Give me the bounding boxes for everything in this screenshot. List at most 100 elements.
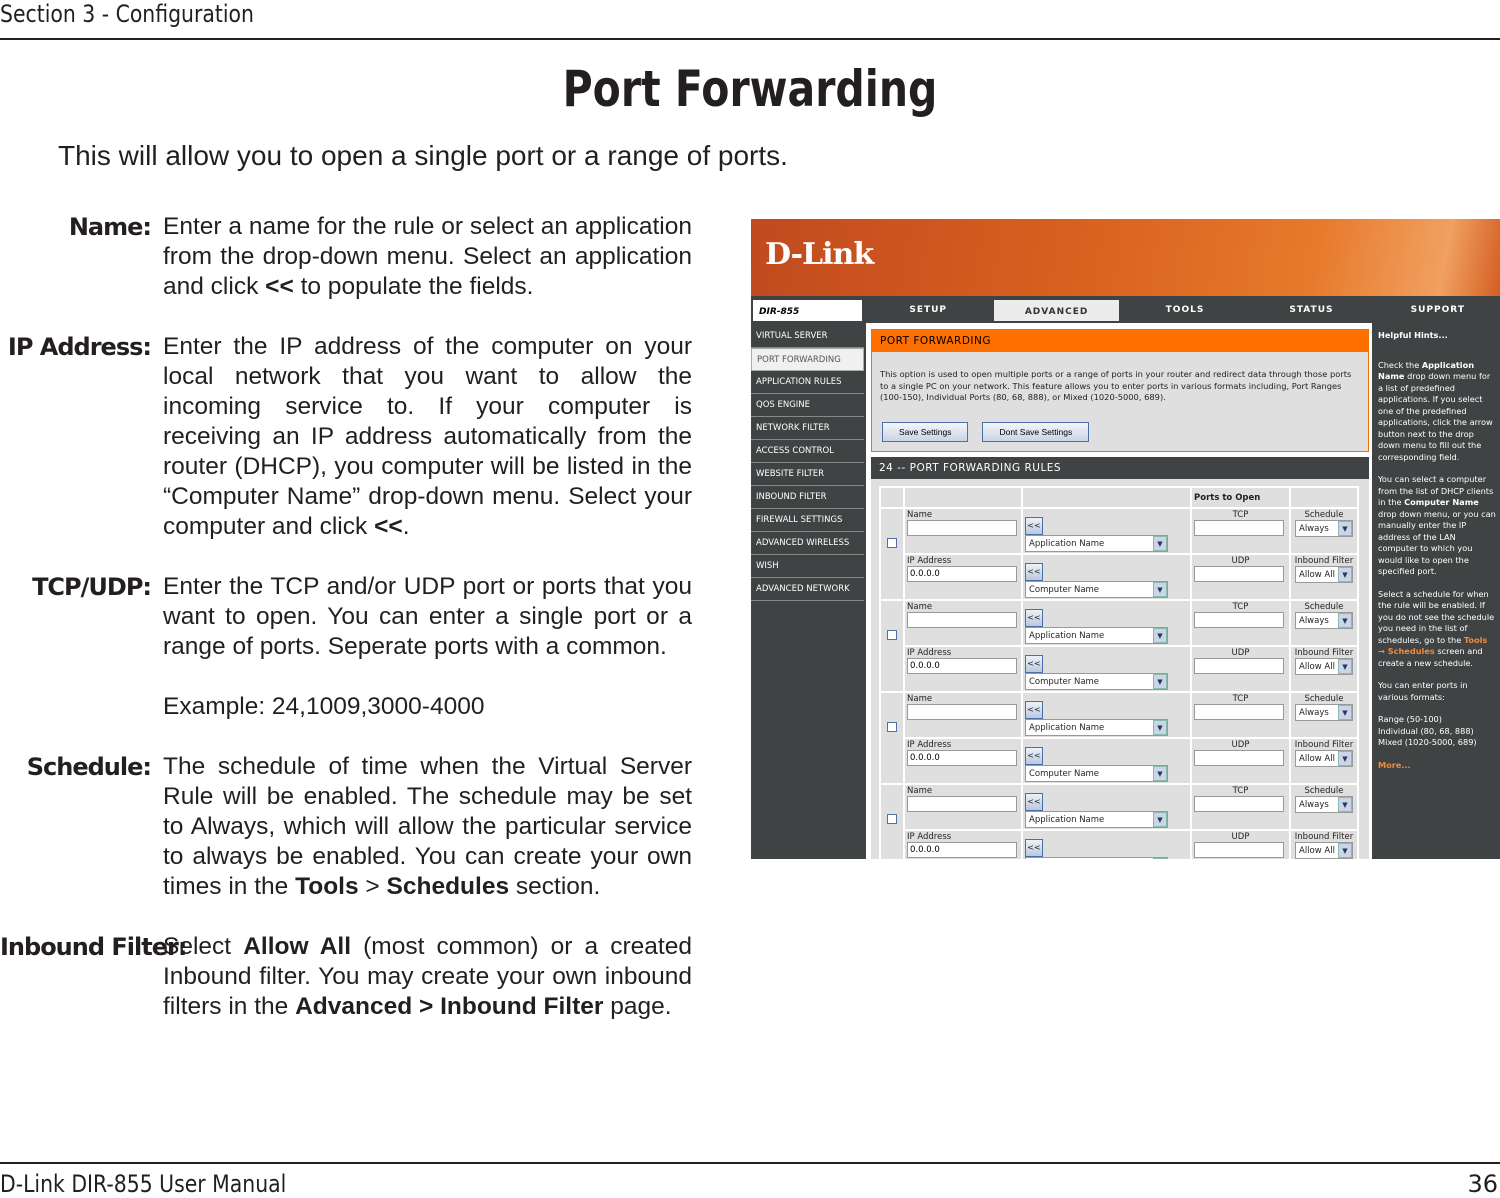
sidebar-item-port-forwarding[interactable]: PORT FORWARDING xyxy=(751,348,864,371)
chevron-down-icon: ▼ xyxy=(1153,766,1167,781)
sidebar-item-access-control[interactable]: ACCESS CONTROL xyxy=(751,440,864,463)
save-settings-button[interactable]: Save Settings xyxy=(882,422,969,442)
chevron-down-icon: ▼ xyxy=(1153,812,1167,827)
tab-status[interactable]: STATUS xyxy=(1249,298,1374,323)
name-label: Name xyxy=(907,510,933,520)
schedule-label: Schedule xyxy=(1304,510,1344,520)
inbound-filter-select[interactable]: Allow All ▼ xyxy=(1295,842,1353,859)
udp-ports-input[interactable] xyxy=(1194,842,1284,858)
tab-setup[interactable]: SETUP xyxy=(866,298,991,323)
chevron-down-icon: ▼ xyxy=(1153,536,1167,551)
sidebar-item-wish[interactable]: WISH xyxy=(751,555,864,578)
hint-paragraph: You can select a computer from the list … xyxy=(1378,474,1496,576)
rule-row: Name << Application Name ▼ TCP Schedule Alw… xyxy=(881,509,1357,599)
inbound-filter-select[interactable]: Allow All ▼ xyxy=(1295,750,1353,767)
name-input[interactable] xyxy=(907,612,1017,628)
schedule-select-value: Always xyxy=(1299,615,1329,626)
chevron-down-icon: ▼ xyxy=(1153,720,1167,735)
rule-enable-checkbox[interactable] xyxy=(887,814,897,824)
field-text: The schedule of time when the Virtual Se… xyxy=(163,752,692,902)
sidebar-item-inbound-filter[interactable]: INBOUND FILTER xyxy=(751,486,864,509)
apply-computer-button[interactable]: << xyxy=(1025,839,1043,857)
chevron-down-icon: ▼ xyxy=(1153,582,1167,597)
ip-address-input[interactable]: 0.0.0.0 xyxy=(907,750,1017,766)
application-name-select[interactable]: Application Name ▼ xyxy=(1025,535,1168,552)
name-label: Name xyxy=(907,602,933,612)
field-description: Inbound Filter: Select Allow All (most co… xyxy=(0,932,700,1022)
field-term: Name: xyxy=(68,213,152,241)
rule-enable-checkbox[interactable] xyxy=(887,722,897,732)
tcp-ports-input[interactable] xyxy=(1194,520,1284,536)
field-description: IP Address: Enter the IP address of the c… xyxy=(0,332,700,542)
rule-row: Name << Application Name ▼ TCP Schedule Alw… xyxy=(881,601,1357,691)
name-label: Name xyxy=(907,786,933,796)
rule-enable-checkbox[interactable] xyxy=(887,630,897,640)
name-input[interactable] xyxy=(907,704,1017,720)
apply-application-button[interactable]: << xyxy=(1025,701,1043,719)
rule-enable-checkbox[interactable] xyxy=(887,538,897,548)
sidebar-item-virtual-server[interactable]: VIRTUAL SERVER xyxy=(751,325,864,348)
apply-computer-button[interactable]: << xyxy=(1025,655,1043,673)
tcp-ports-input[interactable] xyxy=(1194,796,1284,812)
more-link[interactable]: More... xyxy=(1378,760,1496,772)
inbound-filter-select-value: Allow All xyxy=(1299,569,1335,580)
field-paragraph: Enter the IP address of the computer on … xyxy=(163,333,692,540)
field-description: Name: Enter a name for the rule or select… xyxy=(0,212,700,302)
tcp-ports-input[interactable] xyxy=(1194,612,1284,628)
schedule-select[interactable]: Always ▼ xyxy=(1295,796,1353,813)
chevron-down-icon: ▼ xyxy=(1338,613,1352,628)
computer-name-select[interactable]: Computer Name▼ xyxy=(1025,765,1168,782)
apply-computer-button[interactable]: << xyxy=(1025,747,1043,765)
inbound-filter-select[interactable]: Allow All ▼ xyxy=(1295,658,1353,675)
apply-application-button[interactable]: << xyxy=(1025,609,1043,627)
chevron-down-icon: ▼ xyxy=(1338,521,1352,536)
port-forwarding-section: PORT FORWARDING This option is used to o… xyxy=(871,329,1369,452)
sidebar-item-qos-engine[interactable]: QOS ENGINE xyxy=(751,394,864,417)
computer-name-select[interactable]: Computer Name▼ xyxy=(1025,673,1168,690)
sidebar-item-advanced-wireless[interactable]: ADVANCED WIRELESS xyxy=(751,532,864,555)
application-name-select[interactable]: Application Name ▼ xyxy=(1025,627,1168,644)
ip-address-input[interactable]: 0.0.0.0 xyxy=(907,842,1017,858)
sidebar-item-firewall-settings[interactable]: FIREWALL SETTINGS xyxy=(751,509,864,532)
tab-tools[interactable]: TOOLS xyxy=(1122,298,1248,323)
udp-ports-input[interactable] xyxy=(1194,658,1284,674)
ip-address-input[interactable]: 0.0.0.0 xyxy=(907,658,1017,674)
tcp-ports-input[interactable] xyxy=(1194,704,1284,720)
application-name-select-value: Application Name xyxy=(1029,814,1105,825)
inbound-filter-select[interactable]: Allow All ▼ xyxy=(1295,566,1353,583)
sidebar-item-network-filter[interactable]: NETWORK FILTER xyxy=(751,417,864,440)
schedule-select[interactable]: Always ▼ xyxy=(1295,704,1353,721)
banner: D-Link xyxy=(751,219,1500,296)
name-input[interactable] xyxy=(907,796,1017,812)
rules-section: 24 -- PORT FORWARDING RULES Ports to Ope… xyxy=(871,457,1369,859)
apply-application-button[interactable]: << xyxy=(1025,793,1043,811)
ip-address-label: IP Address xyxy=(907,556,952,566)
udp-label: UDP xyxy=(1231,648,1250,658)
tab-support[interactable]: SUPPORT xyxy=(1375,298,1500,323)
sidebar-item-advanced-network[interactable]: ADVANCED NETWORK xyxy=(751,578,864,601)
rules-table: Ports to Open Name << Application Name ▼ T… xyxy=(879,486,1359,859)
ip-address-input[interactable]: 0.0.0.0 xyxy=(907,566,1017,582)
udp-ports-input[interactable] xyxy=(1194,750,1284,766)
computer-name-select[interactable]: Computer Name▼ xyxy=(1025,857,1168,859)
application-name-select[interactable]: Application Name ▼ xyxy=(1025,811,1168,828)
schedule-select[interactable]: Always ▼ xyxy=(1295,520,1353,537)
tab-advanced[interactable]: ADVANCED xyxy=(992,298,1121,323)
page-title: Port Forwarding xyxy=(562,60,938,118)
apply-application-button[interactable]: << xyxy=(1025,517,1043,535)
schedule-select[interactable]: Always ▼ xyxy=(1295,612,1353,629)
rule-row: Name << Application Name ▼ TCP Schedule Alw… xyxy=(881,785,1357,859)
inbound-filter-label: Inbound Filter xyxy=(1294,740,1354,750)
inbound-filter-label: Inbound Filter xyxy=(1294,648,1354,658)
application-name-select[interactable]: Application Name ▼ xyxy=(1025,719,1168,736)
computer-name-select-value: Computer Name xyxy=(1029,676,1100,687)
sidebar-item-application-rules[interactable]: APPLICATION RULES xyxy=(751,371,864,394)
hint-paragraph: Range (50-100) Individual (80, 68, 888) Mi… xyxy=(1378,714,1477,747)
sidebar-item-website-filter[interactable]: WEBSITE FILTER xyxy=(751,463,864,486)
computer-name-select[interactable]: Computer Name▼ xyxy=(1025,581,1168,598)
name-input[interactable] xyxy=(907,520,1017,536)
chevron-down-icon: ▼ xyxy=(1338,659,1352,674)
apply-computer-button[interactable]: << xyxy=(1025,563,1043,581)
dont-save-settings-button[interactable]: Dont Save Settings xyxy=(982,422,1090,442)
udp-ports-input[interactable] xyxy=(1194,566,1284,582)
